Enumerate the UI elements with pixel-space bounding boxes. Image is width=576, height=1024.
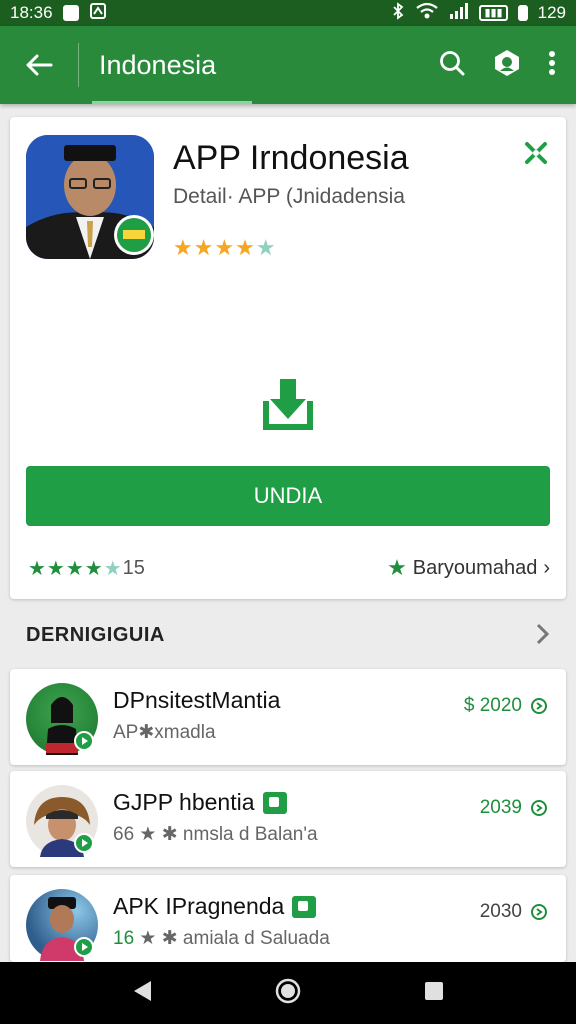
section-title: DERNIGIGUIA [26,624,165,646]
play-badge-icon [74,833,94,853]
developer-name: Baryoumahad [412,556,538,579]
wifi-icon [415,2,439,25]
account-icon [495,49,519,76]
battery-level-icon [517,5,528,21]
nav-back-button[interactable] [131,979,153,1008]
app-subtitle: Detail· APP (Jnidadensia [173,185,405,208]
tab-indicator [92,101,252,104]
rating-stars: ★★★★★ [28,557,123,580]
list-item-value: $ 2020 [464,695,548,717]
app-bar: Indonesia [0,26,576,104]
back-button[interactable] [0,26,78,104]
section-more-button[interactable] [534,622,550,653]
clock-icon [531,698,547,714]
list-item-subtitle: 66 ★ ✱ nmsla d Balan'a [113,824,318,845]
app-rating-stars: ★★★★★ [173,235,277,260]
install-button[interactable]: UNDIA [26,466,550,526]
clock-icon [531,904,547,920]
close-icon [525,142,547,164]
app-icon-portrait [26,135,154,259]
tag-icon [262,791,287,814]
rating-row: ★★★★★ 15 ★ Baryoumahad › [28,555,550,581]
list-item-title: DPnsitestMantia [113,687,281,713]
play-badge-icon [74,937,94,957]
developer-link[interactable]: ★ Baryoumahad › [387,555,550,581]
arrow-left-icon [26,54,53,76]
notification-icon [89,2,107,25]
close-button[interactable] [522,139,550,172]
app-icon[interactable] [26,135,154,259]
list-item-value: 2039 [480,797,548,819]
status-bar: 18:36 ▮▮▮ 129 [0,0,576,26]
bluetooth-icon [391,1,405,25]
account-button[interactable] [492,48,522,83]
app-detail-card: APP Irndonesia Detail· APP (Jnidadensia … [10,117,566,599]
more-options-button[interactable] [548,50,556,81]
more-vert-icon [549,50,555,75]
list-item[interactable]: APK IPragnenda 16 ★ ✱ amiala d Saluada 2… [10,875,566,962]
clock-icon [531,800,547,816]
list-item-title: APK IPragnenda [113,893,317,920]
download-icon [260,375,316,438]
rating-count: 15 [122,556,145,579]
status-time: 18:36 [10,3,53,22]
list-item-subtitle: 16 ★ ✱ amiala d Saluada [113,928,330,949]
system-navigation-bar [0,962,576,1024]
notification-icon [62,5,79,21]
battery-icon: ▮▮▮ [479,5,508,21]
square-recents-icon [425,981,444,1000]
page-title: Indonesia [99,49,217,80]
circle-home-icon [275,978,301,1003]
nav-recents-button[interactable] [423,980,445,1007]
star-icon: ★ [387,555,407,580]
play-badge-icon [74,731,94,751]
chevron-right-icon [536,623,550,645]
chevron-right-icon: › [543,556,550,579]
nav-home-button[interactable] [274,977,302,1010]
search-button[interactable] [438,49,466,82]
signal-icon [449,2,469,25]
list-item-subtitle: AP✱xmadla [113,722,216,743]
app-name: APP Irndonesia [173,139,409,177]
battery-percentage: 129 [537,3,566,22]
triangle-back-icon [133,980,151,1001]
list-item-value: 2030 [480,901,548,923]
list-item[interactable]: GJPP hbentia 66 ★ ✱ nmsla d Balan'a 2039 [10,771,566,867]
list-item[interactable]: DPnsitestMantia AP✱xmadla $ 2020 [10,669,566,765]
app-bar-divider [78,43,79,87]
search-icon [440,50,465,75]
tag-icon [292,895,317,918]
list-item-title: GJPP hbentia [113,789,287,816]
